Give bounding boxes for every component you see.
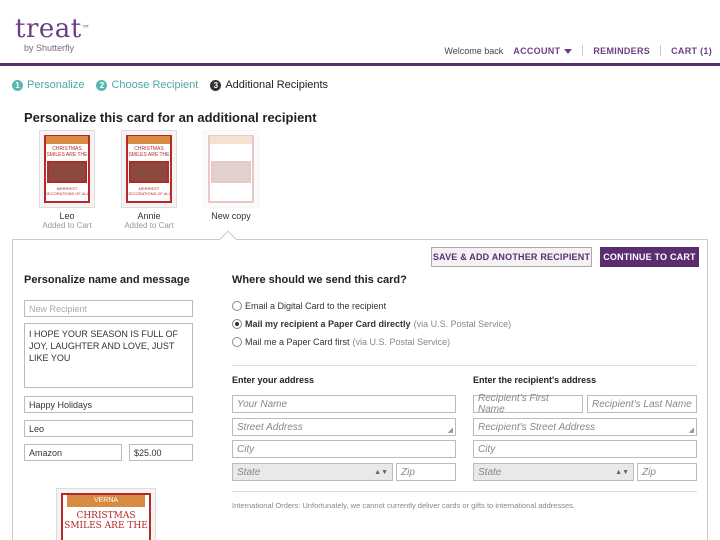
recipient-thumb-annie[interactable]: CHRISTMAS SMILES ARE THE MERRIEST DECORA… [112,130,186,230]
step-label: Personalize [27,79,85,91]
your-zip-input[interactable]: Zip [396,463,456,481]
recipient-zip-input[interactable]: Zip [637,463,697,481]
card-photo [129,161,169,183]
recipient-last-name-input[interactable]: Recipient's Last Name [587,395,697,413]
recipient-thumbnails: CHRISTMAS SMILES ARE THE MERRIEST DECORA… [30,130,276,230]
thumb-status: Added to Cart [124,221,174,230]
account-menu[interactable]: ACCOUNT [513,45,573,56]
step-number: 2 [96,79,108,91]
option-label: Mail my recipient a Paper Card directly [245,319,411,329]
select-arrows-icon: ▲▼ [374,468,388,476]
card-footer: MERRIEST DECORATIONS OF ALL [127,186,171,196]
card-headline: CHRISTMAS SMILES ARE THE [128,146,170,158]
save-add-another-button[interactable]: SAVE & ADD ANOTHER RECIPIENT [431,247,592,267]
logo-subtitle: by Shutterfly [24,43,75,53]
recipient-thumb-leo[interactable]: CHRISTMAS SMILES ARE THE MERRIEST DECORA… [30,130,104,230]
recipient-address-heading: Enter the recipient's address [473,375,597,385]
recipient-state-select[interactable]: State ▲▼ [473,463,634,481]
greeting-input[interactable]: Happy Holidays [24,396,193,413]
treat-logo[interactable]: treat™ by Shutterfly [15,16,90,53]
recipient-first-name-input[interactable]: Recipient's First Name [473,393,583,415]
card-preview: VERNA CHRISTMAS SMILES ARE THE [56,488,156,540]
step-additional-recipients: 3 Additional Recipients [210,79,328,91]
account-label: ACCOUNT [513,45,561,56]
card-banner: VERNA [67,495,145,507]
logo-word: treat [15,14,82,44]
cart-link[interactable]: CART (1) [671,46,712,56]
placeholder-text: Street Address [237,421,303,433]
card-headline: CHRISTMAS SMILES ARE THE [46,146,88,158]
continue-to-cart-button[interactable]: CONTINUE TO CART [600,247,699,267]
radio-button[interactable] [232,301,242,311]
resize-grip-icon[interactable]: ◢ [689,426,694,434]
message-textarea[interactable]: I HOPE YOUR SEASON IS FULL OF JOY, LAUGH… [24,323,193,388]
recipient-city-input[interactable]: City [473,440,697,458]
option-mail-recipient[interactable]: Mail my recipient a Paper Card directly … [232,319,511,329]
recipient-name-input[interactable]: New Recipient [24,300,193,317]
card-thumbnail [203,130,259,208]
thumb-name: Leo [59,211,75,221]
your-name-input[interactable]: Your Name [232,395,456,413]
your-address-heading: Enter your address [232,375,315,385]
radio-button[interactable] [232,337,242,347]
select-arrows-icon: ▲▼ [615,468,629,476]
option-email-digital[interactable]: Email a Digital Card to the recipient [232,301,386,311]
reminders-link[interactable]: REMINDERS [593,46,650,56]
logo-tm: ™ [81,24,91,33]
chevron-down-icon [564,48,573,54]
option-mail-me-first[interactable]: Mail me a Paper Card first (via U.S. Pos… [232,337,450,347]
thumb-name: Annie [137,211,161,221]
step-personalize[interactable]: 1 Personalize [12,79,84,91]
step-number: 3 [210,79,222,91]
thumb-name: New copy [211,211,251,221]
header-nav: Welcome back ACCOUNT REMINDERS CART (1) [444,45,712,56]
your-city-input[interactable]: City [232,440,456,458]
personalize-heading: Personalize name and message [24,274,190,286]
your-state-select[interactable]: State ▲▼ [232,463,393,481]
option-label: Mail me a Paper Card first [245,337,350,347]
recipient-thumb-new[interactable]: New copy [194,130,268,230]
section-divider [232,365,697,366]
select-value: State [478,466,502,478]
welcome-text: Welcome back [444,45,504,56]
gift-amount-input[interactable]: $25.00 [129,444,193,461]
card-footer: MERRIEST DECORATIONS OF ALL [45,186,89,196]
radio-button-selected[interactable] [232,319,242,329]
thumb-status: Added to Cart [42,221,92,230]
recipient-street-input[interactable]: Recipient's Street Address ◢ [473,418,697,436]
option-note: (via U.S. Postal Service) [413,319,512,329]
nav-divider [660,45,662,56]
step-label: Additional Recipients [225,79,329,91]
card-thumbnail: CHRISTMAS SMILES ARE THE MERRIEST DECORA… [39,130,95,208]
card-photo [47,161,87,183]
card-photo [211,161,251,183]
select-value: State [237,466,261,478]
page-title: Personalize this card for an additional … [24,110,317,125]
signature-input[interactable]: Leo [24,420,193,437]
section-divider [232,491,697,492]
gift-store-input[interactable]: Amazon [24,444,122,461]
your-street-input[interactable]: Street Address ◢ [232,418,456,436]
step-number: 1 [12,79,23,91]
option-note: (via U.S. Postal Service) [352,337,451,347]
international-note: International Orders: Unfortunately, we … [232,501,575,510]
delivery-heading: Where should we send this card? [232,274,407,286]
option-label: Email a Digital Card to the recipient [245,301,387,311]
step-label: Choose Recipient [111,79,199,91]
site-header: treat™ by Shutterfly Welcome back ACCOUN… [0,0,720,66]
card-preview-headline: CHRISTMAS SMILES ARE THE [64,511,148,531]
resize-grip-icon[interactable]: ◢ [448,426,453,434]
nav-divider [582,45,584,56]
card-thumbnail: CHRISTMAS SMILES ARE THE MERRIEST DECORA… [121,130,177,208]
step-choose-recipient[interactable]: 2 Choose Recipient [96,79,198,91]
progress-steps: 1 Personalize 2 Choose Recipient 3 Addit… [12,79,340,91]
placeholder-text: Recipient's Street Address [478,421,596,433]
